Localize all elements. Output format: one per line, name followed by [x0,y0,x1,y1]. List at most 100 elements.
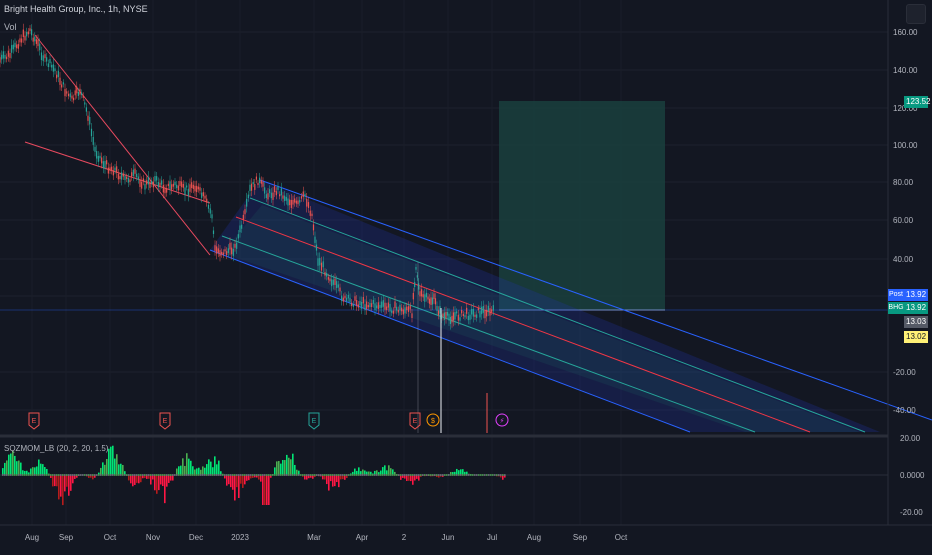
momentum-bar [268,475,270,505]
candle-body [68,94,69,96]
price-axis[interactable]: 160.00140.00120.00100.0080.0060.0040.002… [893,28,918,415]
event-marker[interactable]: E [29,413,39,429]
momentum-bar [182,458,184,475]
candle-body [99,156,100,158]
event-markers[interactable]: E E E E $ ⚡ [29,413,508,429]
candle-body [71,96,72,99]
candle-body [313,224,314,230]
candle-body [491,309,492,312]
price-tick-label: 100.00 [893,141,918,150]
indicator-label[interactable]: SQZMOM_LB (20, 2, 20, 1.5) [4,444,108,453]
candle-body [28,31,29,34]
momentum-bar [168,475,170,483]
momentum-bar [118,464,120,475]
candle-body [104,161,105,168]
candle-body [458,315,459,321]
event-marker[interactable]: E [410,413,420,429]
momentum-bar [162,475,164,486]
target-zone[interactable] [499,101,665,310]
momentum-bar [332,475,334,487]
candle-body [310,211,311,216]
momentum-bar [122,465,124,475]
momentum-bar [180,466,182,475]
momentum-bar [202,466,204,475]
candle-body [269,189,270,193]
time-tick-label: Aug [25,533,39,542]
momentum-bar [244,475,246,484]
momentum-bar [132,475,134,486]
indicator-axis[interactable]: 20.000.0000-20.00 [900,434,925,517]
time-axis[interactable]: AugSepOctNovDec2023MarApr2JunJulAugSepOc… [25,533,628,542]
candle-body [257,183,258,185]
candle-body [224,249,225,251]
momentum-bar [278,461,280,475]
candle-body [379,305,380,308]
candle-body [141,182,142,189]
candle-body [471,309,472,315]
svg-text:E: E [32,418,37,425]
momentum-bar [292,454,294,475]
candle-body [436,306,437,311]
candle-body [148,177,149,185]
momentum-bar [338,475,340,487]
candle-body [489,308,490,315]
momentum-bar [156,475,158,494]
price-chart[interactable]: 160.00140.00120.00100.0080.0060.0040.002… [0,0,932,550]
candle-body [210,208,211,213]
candle-body [369,303,370,307]
svg-text:E: E [312,418,317,425]
time-tick-label: 2 [402,533,407,542]
price-tick-label: 140.00 [893,66,918,75]
momentum-bar [10,454,12,475]
momentum-bar [62,475,64,505]
momentum-bar [110,447,112,475]
symbol-title[interactable]: Bright Health Group, Inc., 1h, NYSE [4,4,148,14]
candle-body [171,184,172,189]
candle-body [186,185,187,187]
event-marker[interactable]: ⚡ [496,414,508,426]
candle-body [121,172,122,179]
candle-body [226,251,227,255]
momentum-bar [100,468,102,475]
candle-body [183,184,184,188]
svg-text:E: E [163,418,168,425]
candle-body [389,304,390,312]
momentum-bar [40,464,42,475]
candle-body [381,302,382,308]
volume-label[interactable]: Vol [4,22,17,32]
time-tick-label: Apr [356,533,369,542]
candle-body [374,303,375,310]
momentum-bar [336,475,338,482]
momentum-bar [186,453,188,475]
candle-body [366,302,367,310]
candle-body [146,180,147,184]
indicator-tick-label: 0.0000 [900,471,925,480]
candle-body [218,248,219,253]
candle-body [286,197,287,201]
event-marker[interactable]: $ [427,414,439,426]
event-marker[interactable]: E [160,413,170,429]
momentum-bar [120,464,122,475]
candle-body [201,193,202,198]
price-tick-label: 60.00 [893,216,914,225]
momentum-bar [52,475,54,486]
candle-body [108,168,109,174]
settings-button[interactable] [906,4,926,24]
candle-body [48,63,49,67]
candle-body [378,302,379,309]
symbol-price-tag: 13.92 [904,302,928,314]
alt-price-tag: 13.02 [904,331,928,343]
squeeze-momentum-histogram[interactable] [2,446,506,505]
candle-body [199,187,200,191]
candle-body [219,250,220,256]
momentum-bar [6,460,8,475]
candle-body [19,38,20,42]
momentum-bar [14,456,16,475]
time-tick-label: Oct [615,533,628,542]
candle-body [481,307,482,314]
chart-area[interactable]: 160.00140.00120.00100.0080.0060.0040.002… [0,0,932,550]
momentum-bar [210,462,212,475]
candle-body [131,172,132,176]
candle-body [256,177,257,180]
candle-body [63,82,64,84]
